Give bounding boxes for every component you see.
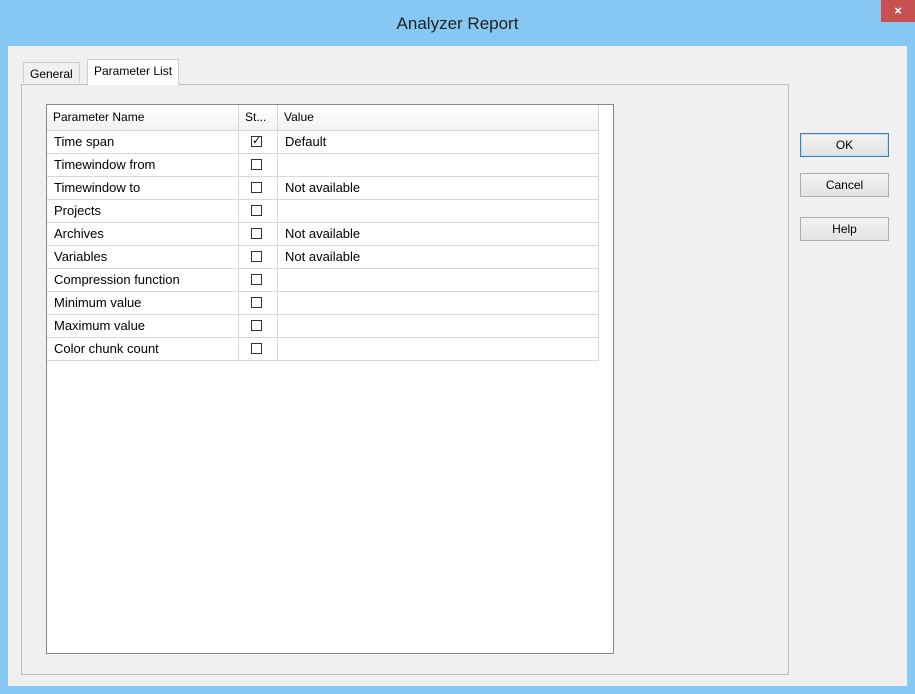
value-cell: Not available	[278, 246, 599, 269]
status-cell	[239, 177, 278, 200]
status-cell	[239, 154, 278, 177]
table-row[interactable]: Projects	[47, 200, 599, 223]
status-cell	[239, 246, 278, 269]
value-cell: Not available	[278, 177, 599, 200]
parameter-name-cell: Timewindow to	[47, 177, 239, 200]
table-row[interactable]: Compression function	[47, 269, 599, 292]
value-cell	[278, 154, 599, 177]
status-checkbox[interactable]	[251, 182, 262, 193]
status-cell	[239, 200, 278, 223]
title-bar[interactable]: Analyzer Report ×	[0, 0, 915, 46]
value-cell	[278, 338, 599, 361]
parameter-name-cell: Color chunk count	[47, 338, 239, 361]
status-checkbox[interactable]	[251, 274, 262, 285]
close-icon[interactable]: ×	[881, 0, 915, 22]
dialog-client-area: General Parameter List Parameter Name St…	[8, 46, 907, 686]
value-cell: Not available	[278, 223, 599, 246]
parameter-name-cell: Timewindow from	[47, 154, 239, 177]
status-cell: ✓	[239, 131, 278, 154]
tab-page-parameter-list: Parameter Name St... Value Time span ✓ Def…	[21, 84, 789, 675]
value-cell: Default	[278, 131, 599, 154]
status-checkbox[interactable]: ✓	[251, 136, 262, 147]
table-row[interactable]: Timewindow from	[47, 154, 599, 177]
table-row[interactable]: Time span ✓ Default	[47, 131, 599, 154]
status-checkbox[interactable]	[251, 159, 262, 170]
parameter-name-cell: Archives	[47, 223, 239, 246]
status-checkbox[interactable]	[251, 297, 262, 308]
column-header-status[interactable]: St...	[239, 105, 278, 130]
parameter-name-cell: Projects	[47, 200, 239, 223]
value-cell	[278, 292, 599, 315]
status-checkbox[interactable]	[251, 228, 262, 239]
parameter-name-cell: Time span	[47, 131, 239, 154]
table-row[interactable]: Minimum value	[47, 292, 599, 315]
tab-parameter-list[interactable]: Parameter List	[87, 59, 180, 85]
status-cell	[239, 269, 278, 292]
status-cell	[239, 338, 278, 361]
status-checkbox[interactable]	[251, 251, 262, 262]
table-row[interactable]: Color chunk count	[47, 338, 599, 361]
parameter-name-cell: Compression function	[47, 269, 239, 292]
help-button[interactable]: Help	[800, 217, 889, 241]
parameter-name-cell: Maximum value	[47, 315, 239, 338]
value-cell	[278, 200, 599, 223]
status-cell	[239, 223, 278, 246]
table-row[interactable]: Maximum value	[47, 315, 599, 338]
tab-general[interactable]: General	[23, 62, 80, 83]
list-header: Parameter Name St... Value	[47, 105, 599, 131]
analyzer-report-dialog: Analyzer Report × General Parameter List…	[0, 0, 915, 694]
list-rows: Time span ✓ Default Timewindow from Timewind…	[47, 131, 599, 361]
parameter-list-view[interactable]: Parameter Name St... Value Time span ✓ Def…	[46, 104, 614, 654]
status-cell	[239, 292, 278, 315]
status-checkbox[interactable]	[251, 320, 262, 331]
ok-button[interactable]: OK	[800, 133, 889, 157]
parameter-name-cell: Minimum value	[47, 292, 239, 315]
status-cell	[239, 315, 278, 338]
table-row[interactable]: Timewindow to Not available	[47, 177, 599, 200]
table-row[interactable]: Variables Not available	[47, 246, 599, 269]
status-checkbox[interactable]	[251, 205, 262, 216]
window-title: Analyzer Report	[396, 14, 519, 33]
value-cell	[278, 269, 599, 292]
value-cell	[278, 315, 599, 338]
status-checkbox[interactable]	[251, 343, 262, 354]
parameter-name-cell: Variables	[47, 246, 239, 269]
table-row[interactable]: Archives Not available	[47, 223, 599, 246]
column-header-value[interactable]: Value	[278, 105, 599, 130]
cancel-button[interactable]: Cancel	[800, 173, 889, 197]
column-header-parameter-name[interactable]: Parameter Name	[47, 105, 239, 130]
